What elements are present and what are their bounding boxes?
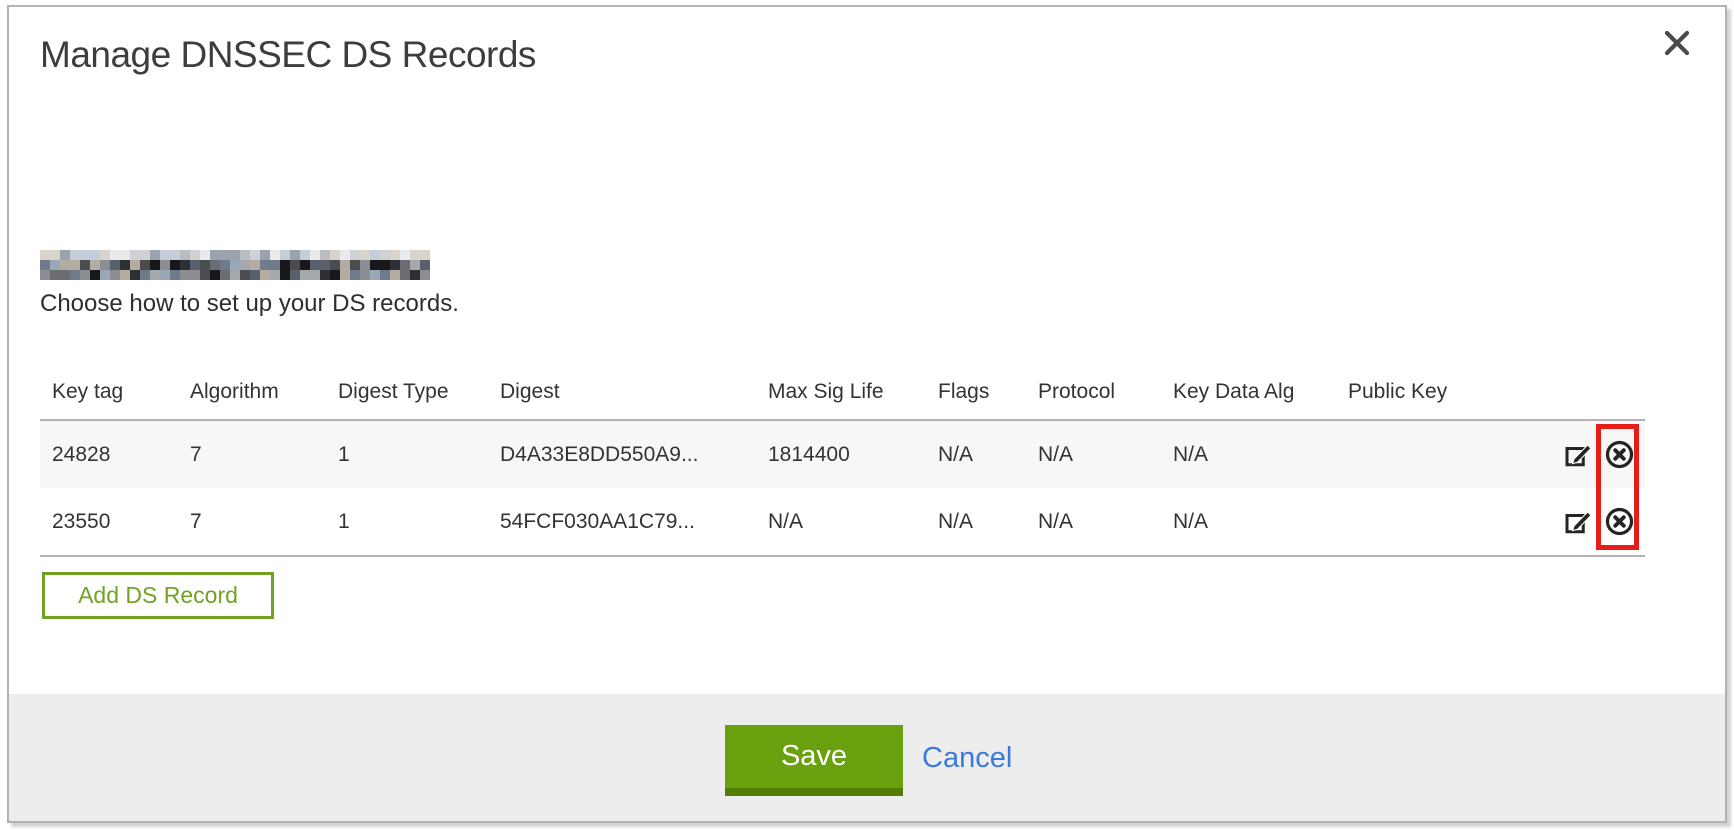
dialog-footer: Save Cancel (9, 694, 1725, 821)
edit-record-button[interactable] (1563, 507, 1593, 537)
cell-key-tag: 24828 (40, 420, 178, 488)
col-header-digest: Digest (488, 365, 756, 420)
cell-digest-type: 1 (326, 420, 488, 488)
manage-dnssec-ds-records-dialog: Manage DNSSEC DS Records Choose how to s… (7, 5, 1727, 823)
cell-flags: N/A (926, 488, 1026, 556)
col-header-key-tag: Key tag (40, 365, 178, 420)
col-header-digest-type: Digest Type (326, 365, 488, 420)
cell-public-key (1336, 488, 1541, 556)
page-title: Manage DNSSEC DS Records (40, 34, 536, 76)
circled-x-icon (1604, 519, 1635, 542)
add-ds-record-button[interactable]: Add DS Record (42, 572, 274, 619)
delete-record-button[interactable] (1604, 439, 1635, 470)
circled-x-icon (1604, 452, 1635, 475)
cell-digest: 54FCF030AA1C79... (488, 488, 756, 556)
cell-digest: D4A33E8DD550A9... (488, 420, 756, 488)
cell-protocol: N/A (1026, 488, 1161, 556)
table-row: 23550 7 1 54FCF030AA1C79... N/A N/A N/A … (40, 488, 1645, 556)
col-header-algorithm: Algorithm (178, 365, 326, 420)
edit-pencil-square-icon (1563, 519, 1593, 542)
cell-key-data-alg: N/A (1161, 420, 1336, 488)
col-header-max-sig-life: Max Sig Life (756, 365, 926, 420)
cell-key-data-alg: N/A (1161, 488, 1336, 556)
cell-algorithm: 7 (178, 420, 326, 488)
cell-max-sig-life: N/A (756, 488, 926, 556)
instruction-text: Choose how to set up your DS records. (40, 290, 459, 318)
cell-public-key (1336, 420, 1541, 488)
edit-record-button[interactable] (1563, 440, 1593, 470)
redacted-domain (40, 250, 430, 280)
col-header-key-data-alg: Key Data Alg (1161, 365, 1336, 420)
cell-flags: N/A (926, 420, 1026, 488)
table-row: 24828 7 1 D4A33E8DD550A9... 1814400 N/A … (40, 420, 1645, 488)
col-header-flags: Flags (926, 365, 1026, 420)
cell-actions (1541, 420, 1645, 488)
ds-records-table: Key tag Algorithm Digest Type Digest Max… (40, 365, 1645, 557)
table-header-row: Key tag Algorithm Digest Type Digest Max… (40, 365, 1645, 420)
delete-record-button[interactable] (1604, 506, 1635, 537)
close-icon (1661, 27, 1693, 59)
cell-digest-type: 1 (326, 488, 488, 556)
cancel-link[interactable]: Cancel (922, 742, 1012, 775)
save-button[interactable]: Save (725, 725, 903, 796)
col-header-actions (1541, 365, 1645, 420)
cell-actions (1541, 488, 1645, 556)
col-header-public-key: Public Key (1336, 365, 1541, 420)
close-button[interactable] (1659, 25, 1695, 61)
cell-max-sig-life: 1814400 (756, 420, 926, 488)
screen: Manage DNSSEC DS Records Choose how to s… (0, 0, 1734, 830)
cell-algorithm: 7 (178, 488, 326, 556)
ds-records-table-wrap: Key tag Algorithm Digest Type Digest Max… (40, 365, 1645, 557)
edit-pencil-square-icon (1563, 452, 1593, 475)
cell-protocol: N/A (1026, 420, 1161, 488)
col-header-protocol: Protocol (1026, 365, 1161, 420)
cell-key-tag: 23550 (40, 488, 178, 556)
